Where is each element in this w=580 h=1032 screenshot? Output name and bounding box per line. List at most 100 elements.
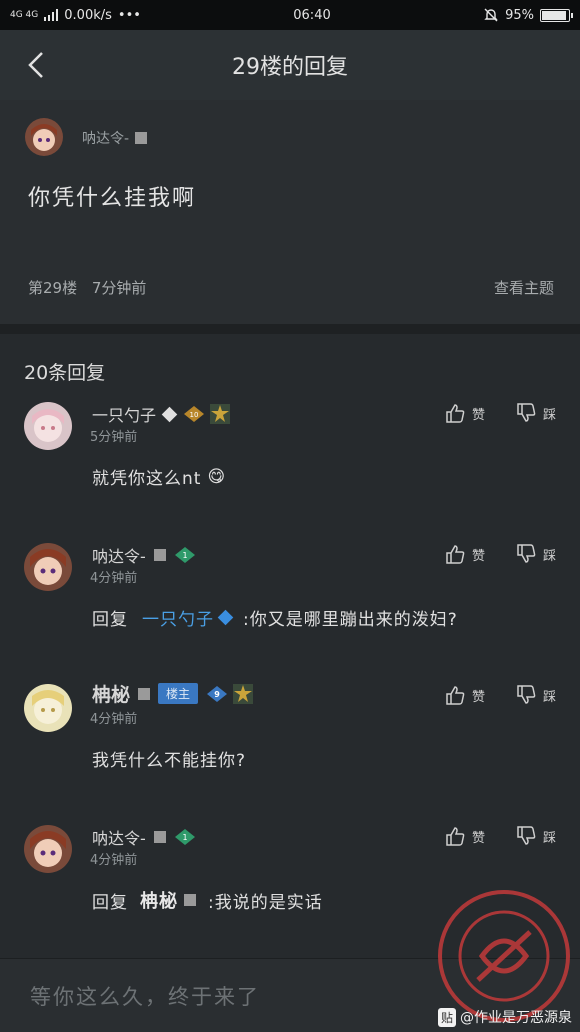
view-topic-link[interactable]: 查看主题	[494, 277, 554, 298]
avatar[interactable]	[24, 543, 72, 591]
dislike-button[interactable]: 踩	[515, 825, 556, 847]
status-bar: 4G 4G 0.00k/s ••• 06:40 95%	[0, 0, 580, 30]
author-name: 呐达令-	[92, 547, 146, 566]
reply-content: 我凭什么不能挂你?	[92, 751, 247, 771]
tieba-icon: 贴	[437, 1007, 456, 1027]
dislike-button[interactable]: 踩	[515, 543, 556, 565]
like-button[interactable]: 赞	[444, 684, 485, 706]
floor-meta: 第29楼 7分钟前	[28, 277, 146, 298]
like-button[interactable]: 赞	[444, 543, 485, 565]
reply-text: 回复 柟柲 :我说的是实话	[92, 887, 323, 913]
battery-icon	[539, 8, 573, 22]
level-badge: 1	[174, 828, 195, 846]
thumbs-up-icon	[446, 686, 465, 705]
reply-item: 柟柲 楼主 9 4分钟前 我凭什么不能挂你? 赞 踩	[0, 664, 580, 805]
reply-actions: 赞 踩	[444, 825, 556, 847]
reply-item: 一只勺子 10 5分钟前 就凭你这么nt 😋 赞 踩	[0, 382, 580, 523]
dislike-label: 踩	[542, 407, 556, 423]
mentioned-user-link[interactable]: 柟柲	[140, 887, 178, 913]
network-label: 4G 4G	[10, 10, 39, 20]
svg-text:1: 1	[182, 833, 187, 842]
reply-prefix: 回复	[92, 610, 128, 630]
avatar[interactable]	[24, 825, 72, 873]
thumbs-up-icon	[446, 404, 465, 423]
user-badge-icon	[184, 894, 196, 906]
like-button[interactable]: 赞	[444, 402, 485, 424]
thumbs-up-icon	[446, 827, 465, 846]
clock: 06:40	[293, 7, 331, 23]
author-name: 一只勺子	[92, 406, 157, 425]
thumbs-down-icon	[517, 403, 536, 422]
user-badge-icon	[153, 549, 166, 561]
dislike-button[interactable]: 踩	[515, 684, 556, 706]
medal-icon	[210, 404, 231, 424]
reply-author[interactable]: 呐达令- 1	[92, 543, 195, 567]
reply-count: 20条回复	[24, 362, 106, 384]
like-label: 赞	[471, 548, 485, 564]
section-divider	[0, 324, 580, 334]
author-name: 呐达令-	[82, 131, 130, 147]
level-badge: 10	[183, 405, 205, 423]
like-label: 赞	[471, 407, 485, 423]
post-author[interactable]: 呐达令-	[82, 128, 148, 148]
like-label: 赞	[471, 830, 485, 846]
reply-time: 5分钟前	[90, 430, 138, 445]
user-badge-icon	[138, 687, 151, 700]
more-dots: •••	[117, 7, 141, 23]
reply-author[interactable]: 一只勺子 10	[92, 402, 231, 426]
mentioned-user-link[interactable]: 一只勺子	[142, 605, 214, 630]
svg-text:10: 10	[190, 411, 199, 419]
user-badge-icon	[135, 132, 148, 144]
user-badge-icon	[153, 831, 166, 843]
reply-text: 就凭你这么nt 😋	[92, 464, 227, 490]
dislike-label: 踩	[542, 689, 556, 705]
level-badge: 1	[174, 546, 195, 564]
author-name: 柟柲	[92, 684, 131, 706]
reply-content: :你又是哪里蹦出来的泼妇?	[243, 610, 458, 630]
thumbs-down-icon	[517, 826, 536, 845]
top-bar: 29楼的回复	[0, 30, 580, 100]
reply-item: 呐达令- 1 4分钟前 回复 一只勺子 :你又是哪里蹦出来的泼妇? 赞 踩	[0, 523, 580, 664]
network-speed: 0.00k/s	[64, 7, 112, 23]
emoji: 😋	[207, 466, 227, 487]
reply-text: 我凭什么不能挂你?	[92, 746, 246, 771]
floor-number: 第29楼	[28, 279, 78, 297]
avatar[interactable]	[25, 118, 63, 156]
dislike-label: 踩	[542, 830, 556, 846]
reply-author[interactable]: 柟柲 楼主 9	[92, 680, 254, 707]
like-label: 赞	[471, 689, 485, 705]
diamond-icon	[161, 406, 178, 422]
back-arrow-icon[interactable]	[22, 50, 52, 80]
original-post: 呐达令- 你凭什么挂我啊 第29楼 7分钟前 查看主题	[0, 100, 580, 324]
dislike-button[interactable]: 踩	[515, 402, 556, 424]
reply-actions: 赞 踩	[444, 402, 556, 424]
reply-content: :我说的是实话	[208, 892, 323, 913]
reply-time: 4分钟前	[90, 853, 138, 868]
level-badge: 9	[206, 685, 228, 703]
watermark-seal	[438, 890, 570, 1022]
svg-text:9: 9	[214, 690, 220, 699]
owner-badge: 楼主	[158, 683, 199, 704]
medal-icon	[233, 683, 254, 704]
reply-time: 4分钟前	[90, 571, 138, 586]
signal-icon	[44, 9, 59, 21]
reply-input-placeholder[interactable]: 等你这么久，终于来了	[30, 981, 260, 1011]
watermark-text: @作业是万恶源泉	[460, 1010, 572, 1026]
dislike-label: 踩	[542, 548, 556, 564]
bell-muted-icon	[484, 8, 498, 22]
diamond-icon	[217, 609, 234, 626]
thumbs-down-icon	[517, 544, 536, 563]
post-content: 你凭什么挂我啊	[28, 186, 197, 211]
avatar[interactable]	[24, 684, 72, 732]
like-button[interactable]: 赞	[444, 825, 485, 847]
thumbs-down-icon	[517, 685, 536, 704]
reply-content: 就凭你这么nt	[92, 469, 202, 489]
avatar[interactable]	[24, 402, 72, 450]
reply-author[interactable]: 呐达令- 1	[92, 825, 195, 849]
reply-text: 回复 一只勺子 :你又是哪里蹦出来的泼妇?	[92, 605, 458, 630]
reply-actions: 赞 踩	[444, 543, 556, 565]
watermark-tag: 贴 @作业是万恶源泉	[437, 1007, 572, 1027]
reply-time: 4分钟前	[90, 712, 138, 727]
page-title: 29楼的回复	[232, 55, 348, 80]
svg-text:1: 1	[182, 551, 187, 560]
